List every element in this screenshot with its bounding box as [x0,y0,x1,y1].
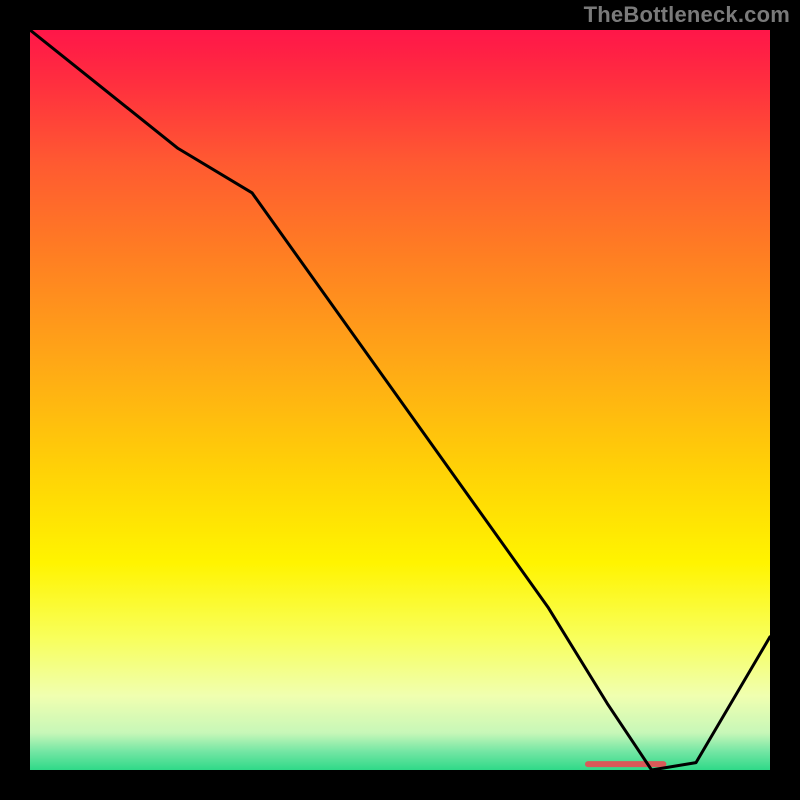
optimal-range-marker [585,761,666,767]
chart-container: TheBottleneck.com [0,0,800,800]
plot-area [30,30,770,770]
chart-svg [30,30,770,770]
watermark-label: TheBottleneck.com [584,2,790,28]
